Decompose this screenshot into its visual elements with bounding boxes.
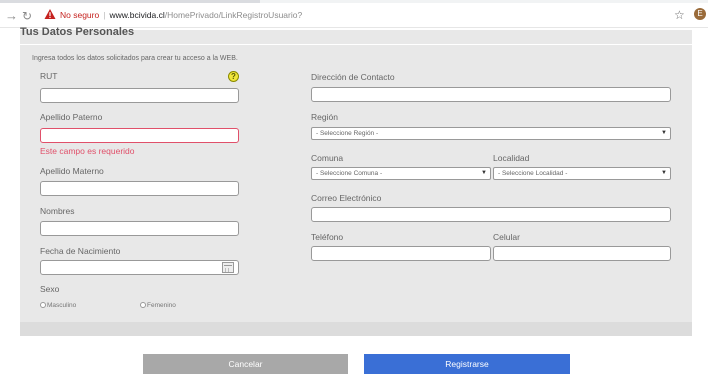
radio-circle-icon [40, 302, 46, 308]
correo-label: Correo Electrónico [311, 193, 382, 203]
sexo-masculino-radio[interactable]: Masculino [40, 302, 76, 309]
page-title: Tus Datos Personales [20, 26, 135, 38]
url-separator: | [103, 10, 106, 20]
apellido-paterno-label: Apellido Paterno [40, 112, 103, 122]
url-path: /HomePrivado/LinkRegistroUsuario? [164, 10, 303, 20]
telefono-label: Teléfono [311, 232, 344, 242]
rut-input[interactable] [40, 88, 239, 103]
cancel-button[interactable]: Cancelar [143, 354, 348, 374]
title-divider [20, 44, 692, 45]
sexo-femenino-radio[interactable]: Femenino [140, 302, 176, 309]
region-selected-value: - Seleccione Región - [316, 130, 379, 137]
nombres-input[interactable] [40, 221, 239, 236]
chevron-down-icon: ▼ [661, 130, 667, 136]
profile-avatar[interactable]: E [694, 8, 706, 20]
bookmark-star-icon[interactable]: ☆ [674, 8, 685, 22]
comuna-selected-value: - Seleccione Comuna - [316, 170, 383, 177]
register-button[interactable]: Registrarse [364, 354, 570, 374]
direccion-input[interactable] [311, 87, 671, 102]
comuna-label: Comuna [311, 153, 344, 163]
sexo-option-label: Masculino [47, 302, 77, 309]
fecha-nacimiento-input[interactable] [40, 260, 239, 275]
help-icon[interactable]: ? [228, 71, 239, 82]
active-tab-edge [0, 0, 260, 3]
chevron-down-icon: ▼ [481, 170, 487, 176]
reload-icon[interactable]: ↻ [22, 9, 32, 23]
region-label: Región [311, 112, 338, 122]
radio-circle-icon [140, 302, 146, 308]
apellido-materno-label: Apellido Materno [40, 166, 104, 176]
chevron-down-icon: ▼ [661, 170, 667, 176]
telefono-input[interactable] [311, 246, 491, 261]
comuna-select[interactable]: - Seleccione Comuna - ▼ [311, 167, 491, 180]
celular-label: Celular [493, 232, 520, 242]
localidad-select[interactable]: - Seleccione Localidad - ▼ [493, 167, 671, 180]
apellido-materno-input[interactable] [40, 181, 239, 196]
localidad-label: Localidad [493, 153, 530, 163]
intro-text: Ingresa todos los datos solicitados para… [32, 55, 238, 62]
apellido-paterno-input[interactable] [40, 128, 239, 143]
sexo-option-label: Femenino [147, 302, 176, 309]
url-domain: www.bcivida.cl [109, 10, 165, 20]
warning-icon [44, 9, 56, 19]
form-panel-footer [20, 322, 692, 336]
nombres-label: Nombres [40, 206, 75, 216]
region-select[interactable]: - Seleccione Región - ▼ [311, 127, 671, 140]
celular-input[interactable] [493, 246, 671, 261]
forward-arrow-icon[interactable]: → [5, 9, 18, 23]
calendar-icon[interactable] [222, 262, 234, 273]
direccion-label: Dirección de Contacto [311, 72, 395, 82]
tab-strip [0, 0, 708, 3]
sexo-label: Sexo [40, 284, 60, 294]
localidad-selected-value: - Seleccione Localidad - [498, 170, 568, 177]
not-secure-label[interactable]: No seguro [60, 10, 99, 20]
apellido-paterno-error: Este campo es requerido [40, 146, 135, 156]
rut-label: RUT [40, 71, 58, 81]
address-bar[interactable]: No seguro | www.bcivida.cl/HomePrivado/Lin… [60, 9, 302, 21]
correo-input[interactable] [311, 207, 671, 222]
fecha-nacimiento-label: Fecha de Nacimiento [40, 246, 121, 256]
browser-toolbar: → ↻ No seguro | www.bcivida.cl/HomePrivado… [0, 0, 708, 28]
